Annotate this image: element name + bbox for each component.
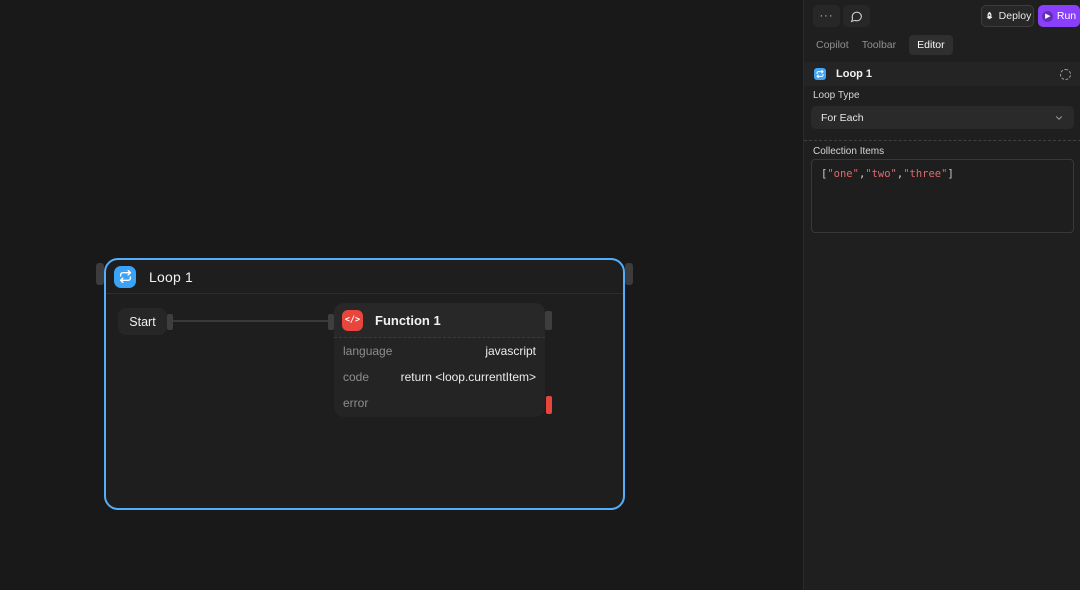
code-string: "three" (903, 168, 947, 180)
app-window: Loop 1 Start </> Function 1 language jav… (0, 0, 1080, 590)
chevron-down-icon (1054, 113, 1064, 123)
loop-repeat-icon (114, 266, 136, 288)
row-key: code (343, 370, 369, 384)
loop-type-value: For Each (821, 112, 864, 124)
deploy-button-label: Deploy (999, 10, 1032, 22)
loop-node-title: Loop 1 (149, 269, 193, 285)
workflow-canvas[interactable]: Loop 1 Start </> Function 1 language jav… (0, 0, 803, 590)
function-node-title: Function 1 (375, 313, 441, 328)
tab-copilot[interactable]: Copilot (816, 35, 849, 55)
collection-items-label: Collection Items (813, 146, 884, 157)
refresh-icon[interactable] (1060, 69, 1071, 80)
loop-input-connector-handle[interactable] (96, 263, 104, 285)
inspector-node-header[interactable]: Loop 1 (804, 62, 1080, 86)
loop-type-label: Loop Type (813, 90, 860, 101)
chat-icon (850, 10, 863, 23)
row-value: javascript (485, 344, 536, 358)
inspector-panel: ··· Deploy ▶ Run Copilot Tool (803, 0, 1080, 590)
code-string: "one" (827, 168, 859, 180)
rocket-icon (984, 11, 995, 22)
tab-toolbar[interactable]: Toolbar (862, 35, 896, 55)
function-node-header[interactable]: </> Function 1 (334, 303, 545, 338)
connection-wire (173, 320, 332, 322)
more-options-button[interactable]: ··· (813, 5, 840, 27)
function-node[interactable]: </> Function 1 language javascript code … (334, 303, 545, 417)
loop-type-dropdown[interactable]: For Each (811, 106, 1074, 129)
run-button-label: Run (1057, 10, 1076, 22)
loop-output-connector-handle[interactable] (625, 263, 633, 285)
function-row-language[interactable]: language javascript (334, 338, 545, 364)
loop-node-header[interactable]: Loop 1 (106, 260, 623, 294)
chat-button[interactable] (843, 5, 870, 27)
play-icon: ▶ (1042, 11, 1053, 22)
code-icon: </> (342, 310, 363, 331)
inspector-node-title: Loop 1 (836, 68, 872, 80)
row-key: error (343, 396, 368, 410)
loop-repeat-icon (814, 68, 826, 80)
collection-items-code-editor[interactable]: ["one","two","three"] (811, 159, 1074, 233)
error-output-connector-handle[interactable] (546, 396, 552, 414)
tab-editor[interactable]: Editor (909, 35, 952, 55)
start-node-label: Start (129, 315, 155, 329)
start-output-connector-handle[interactable] (167, 314, 173, 330)
deploy-button[interactable]: Deploy (981, 5, 1034, 27)
function-output-connector-handle[interactable] (545, 311, 552, 330)
section-divider (804, 140, 1080, 141)
panel-tabs: Copilot Toolbar Editor (816, 36, 953, 54)
code-bracket: ] (947, 168, 953, 180)
function-row-code[interactable]: code return <loop.currentItem> (334, 364, 545, 390)
run-button[interactable]: ▶ Run (1038, 5, 1080, 27)
code-string: "two" (865, 168, 897, 180)
row-value: return <loop.currentItem> (401, 370, 536, 384)
start-node[interactable]: Start (118, 308, 167, 335)
ellipsis-icon: ··· (820, 10, 834, 22)
row-key: language (343, 344, 392, 358)
function-row-error[interactable]: error (334, 390, 545, 416)
